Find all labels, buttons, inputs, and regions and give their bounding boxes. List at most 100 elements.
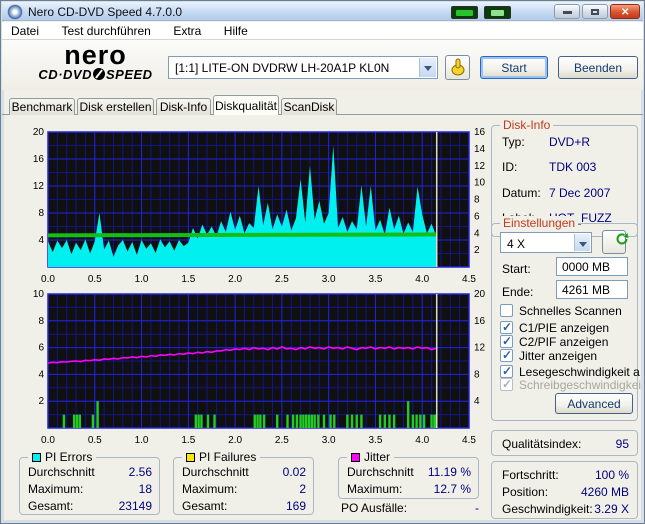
tab-benchmark[interactable]: Benchmark (9, 98, 75, 115)
pi-failure-bar (378, 414, 382, 428)
start-button[interactable]: Start (480, 56, 548, 79)
pi-failure-bar (259, 414, 262, 428)
menu-extra[interactable]: Extra (164, 22, 210, 40)
pi-failure-bar (256, 414, 259, 428)
refresh-speed-button[interactable] (602, 230, 629, 254)
axis-tick-label: 16 (33, 154, 45, 165)
pi-failure-bar (392, 414, 396, 428)
speed-label: Geschwindigkeit: (502, 502, 593, 516)
axis-tick-label: 12 (474, 161, 486, 172)
pif-total-value: 169 (285, 499, 306, 513)
pi-failure-bar (313, 414, 316, 428)
pi-failure-bar (322, 414, 326, 428)
pi-failure-bar (299, 414, 302, 428)
toolbar: nero CD·DVD SPEED [1:1] LITE-ON DVDRW LH-… (2, 40, 643, 90)
checkbox-c2-pif[interactable]: C2/PIF anzeigen (500, 334, 633, 349)
checkbox-schreibgeschwindigkeit: Schreibgeschwindigkei (500, 377, 641, 392)
pi-failure-bar (253, 414, 256, 428)
chevron-down-icon[interactable] (574, 234, 590, 251)
pi-failure-bar (411, 414, 415, 428)
menu-hilfe[interactable]: Hilfe (215, 22, 257, 40)
axis-tick-label: 4.5 (462, 435, 476, 446)
pi-failure-bar (430, 414, 433, 428)
drive-select[interactable]: [1:1] LITE-ON DVDRW LH-20A1P KL0N (168, 56, 438, 79)
pi-failure-bar (291, 414, 295, 428)
maximize-button[interactable] (582, 4, 608, 19)
disk-type-label: Typ: (502, 135, 525, 149)
checkbox-icon[interactable] (500, 334, 513, 348)
checkbox-schnelles-scannen[interactable]: Schnelles Scannen (500, 304, 633, 318)
pi-errors-chart: 481216202468101214160.0 0.5 1.0 1.5 2.0 2.5 3.… (33, 127, 486, 285)
close-button[interactable]: ✕ (610, 4, 640, 19)
axis-tick-label: 4 (38, 369, 44, 380)
pi-failure-bar (346, 414, 349, 428)
checkbox-icon[interactable] (500, 348, 513, 362)
axis-tick-label: 14 (474, 144, 486, 155)
chevron-down-icon[interactable] (419, 58, 436, 77)
pi-failure-bar (72, 414, 76, 428)
cdvd-speed-logo-text: CD·DVD SPEED (38, 67, 153, 82)
axis-tick-label: 8 (38, 316, 44, 327)
axis-tick-label: 8 (474, 369, 480, 380)
pi-failure-bar (286, 414, 289, 428)
axis-tick-label: 6 (38, 343, 44, 354)
pi-failure-bar (78, 414, 82, 428)
disk-id-value: TDK 003 (549, 160, 597, 174)
axis-tick-label: 2.5 (275, 435, 289, 446)
start-position-label: Start: (502, 262, 531, 276)
speed-select[interactable]: 4 X (500, 232, 592, 253)
start-position-field[interactable]: 0000 MB (556, 257, 628, 276)
jitter-avg-value: 11.19 % (427, 465, 471, 479)
axis-tick-label: 2 (38, 396, 44, 407)
checkbox-jitter[interactable]: Jitter anzeigen (500, 348, 633, 363)
po-failures-value: - (475, 501, 479, 515)
axis-tick-label: 1.0 (135, 435, 149, 446)
pi-failure-bar (310, 414, 314, 428)
checkbox-c1-pie[interactable]: C1/PIE anzeigen (500, 320, 633, 335)
jitter-panel-title: Jitter (347, 450, 395, 464)
pi-errors-panel: PI Errors Durchschnitt 2.56 Maximum: 18 Ge… (19, 450, 160, 515)
magenta-legend-icon (351, 453, 360, 462)
minimize-button[interactable] (554, 4, 580, 19)
advanced-button[interactable]: Advanced (555, 393, 633, 414)
tab-disk-erstellen[interactable]: Disk erstellen (77, 98, 154, 115)
position-value: 4260 MB (580, 485, 629, 499)
disk-type-value: DVD+R (549, 135, 591, 149)
axis-tick-label: 16 (474, 127, 486, 138)
axis-tick-label: 8 (474, 195, 480, 206)
menu-datei[interactable]: Datei (2, 22, 48, 40)
tab-disk-info[interactable]: Disk-Info (156, 98, 211, 115)
checkbox-icon[interactable] (500, 304, 513, 317)
pi-failure-bar (197, 414, 200, 428)
axis-tick-label: 10 (33, 289, 45, 300)
tab-diskqualitaet[interactable]: Diskqualität (213, 95, 279, 115)
axis-tick-label: 12 (33, 181, 45, 192)
pi-failure-bar (360, 414, 363, 428)
quality-index-panel: Qualitätsindex: 95 (491, 430, 638, 456)
end-position-field[interactable]: 4261 MB (556, 280, 628, 299)
pi-failure-bar (350, 414, 354, 428)
pi-failure-bar (206, 414, 210, 428)
progress-value: 100 % (594, 468, 629, 482)
tab-scandisk[interactable]: ScanDisk (281, 98, 337, 115)
pi-failure-bar (419, 414, 422, 428)
eject-disc-button[interactable] (445, 55, 470, 80)
pi-failure-bar (213, 414, 216, 428)
pie-total-value: 23149 (118, 499, 152, 513)
pi-failure-bar (262, 414, 266, 428)
tab-strip: Benchmark Disk erstellen Disk-Info Diskq… (2, 95, 643, 115)
checkbox-icon[interactable] (500, 320, 513, 334)
checkbox-lesegeschwindigkeit[interactable]: Lesegeschwindigkeit a (500, 364, 640, 379)
nero-logo: nero CD·DVD SPEED (28, 42, 163, 82)
axis-tick-label: 0.0 (41, 435, 55, 446)
menu-test-durchfuehren[interactable]: Test durchführen (52, 22, 159, 40)
pi-failure-bar (388, 414, 391, 428)
beenden-button[interactable]: Beenden (558, 56, 638, 79)
pi-failure-bar (295, 414, 299, 428)
cyan-legend-icon (32, 453, 41, 462)
menu-bar: Datei Test durchführen Extra Hilfe (2, 22, 643, 40)
lesegeschwindigkeit-x--line (47, 232, 437, 238)
progress-panel: Fortschritt: 100 % Position: 4260 MB Gesch… (491, 461, 638, 519)
axis-tick-label: 4 (474, 228, 480, 239)
pi-failure-bar (62, 414, 66, 428)
